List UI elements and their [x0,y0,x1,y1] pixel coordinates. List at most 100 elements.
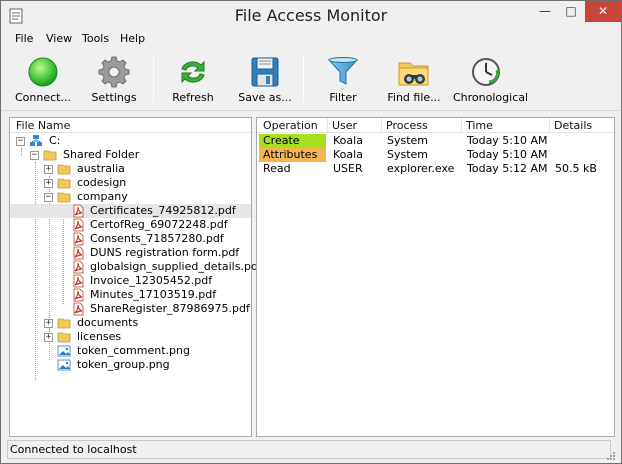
file-name-column-header[interactable]: File Name [16,119,70,132]
process-cell: System [387,134,429,147]
tree-node-label: token_group.png [77,358,170,371]
resize-grip-icon[interactable] [605,450,615,460]
floppy-disk-icon [251,57,279,87]
operation-badge: Attributes [259,148,326,162]
title-bar[interactable]: File Access Monitor — □ ✕ [1,1,621,31]
user-cell: Koala [333,148,363,161]
pdf-icon [73,274,84,288]
filter-button[interactable]: Filter [317,53,369,109]
collapse-icon[interactable]: − [16,137,25,146]
tree-node-file[interactable]: Invoice_12305452.pdf [10,274,251,288]
folder-icon [43,150,57,161]
tree-node-label: licenses [77,330,122,343]
clock-icon [472,58,500,86]
file-tree-pane[interactable]: File Name − C: − Shared Folder + austral… [9,117,262,437]
tree-node-label: ShareRegister_87986975.pdf [90,302,250,315]
tree-node-folder[interactable]: + documents [10,316,251,330]
window-title: File Access Monitor [234,6,388,25]
operation-badge: Create [259,134,326,148]
save-as-label: Save as... [238,91,292,104]
status-text: Connected to localhost [10,443,137,456]
tree-node-label: australia [77,162,125,175]
tree-node-folder[interactable]: + codesign [10,176,251,190]
operation-column-header[interactable]: Operation [263,119,318,132]
tree-node-drive[interactable]: − C: [10,134,251,148]
access-log-pane[interactable]: Operation User Process Time Details Crea… [256,117,615,437]
tree-node-file[interactable]: DUNS registration form.pdf [10,246,251,260]
log-row[interactable]: Attributes Koala System Today 5:10 AM [257,148,614,162]
user-cell: USER [333,162,363,175]
tree-node-file[interactable]: token_group.png [10,358,251,372]
tree-node-folder[interactable]: + australia [10,162,251,176]
time-column-header[interactable]: Time [466,119,493,132]
tree-node-file[interactable]: ShareRegister_87986975.pdf [10,302,251,316]
tree-node-label: documents [77,316,139,329]
pdf-icon [73,218,84,232]
tree-node-label: CertofReg_69072248.pdf [90,218,228,231]
time-cell: Today 5:10 AM [467,134,548,147]
expand-icon[interactable]: + [44,319,53,328]
tree-node-label: Shared Folder [63,148,140,161]
minimize-button[interactable]: — [532,1,558,22]
tree-node-label: DUNS registration form.pdf [90,246,240,259]
maximize-button[interactable]: □ [558,1,584,22]
toolbar-separator [303,55,304,103]
tree-node-label: C: [49,134,61,147]
menu-view[interactable]: View [44,32,74,45]
tree-node-label: Consents_71857280.pdf [90,232,224,245]
time-cell: Today 5:12 AM [467,162,548,175]
tree-node-label: globalsign_supplied_details.pdf [90,260,262,273]
tree-node-label: Invoice_12305452.pdf [90,274,213,287]
collapse-icon[interactable]: − [30,151,39,160]
toolbar: Connect... Settings Refresh Save as... F… [1,49,621,111]
menu-tools[interactable]: Tools [80,32,111,45]
connect-label: Connect... [15,91,71,104]
gear-icon [98,56,130,88]
pdf-icon [73,204,84,218]
refresh-label: Refresh [172,91,214,104]
tree-header: File Name [10,118,251,133]
tree-node-file[interactable]: CertofReg_69072248.pdf [10,218,251,232]
find-file-button[interactable]: Find file... [385,53,443,109]
tree-node-folder[interactable]: + licenses [10,330,251,344]
connect-button[interactable]: Connect... [11,53,75,109]
user-column-header[interactable]: User [332,119,357,132]
tree-node-label: Minutes_17103519.pdf [90,288,217,301]
pdf-icon [73,246,84,260]
log-row[interactable]: Create Koala System Today 5:10 AM [257,134,614,148]
tree-node-folder[interactable]: − company [10,190,251,204]
tree-node-label: token_comment.png [77,344,190,357]
menu-help[interactable]: Help [118,32,147,45]
tree-node-file[interactable]: Certificates_74925812.pdf [10,204,251,218]
tree-node-shared-folder[interactable]: − Shared Folder [10,148,251,162]
log-header: Operation User Process Time Details [257,118,614,133]
folder-binoculars-icon [398,62,429,86]
process-column-header[interactable]: Process [386,119,428,132]
chronological-button[interactable]: Chronological [453,53,528,109]
details-column-header[interactable]: Details [554,119,592,132]
collapse-icon[interactable]: − [44,193,53,202]
image-file-icon [57,345,71,357]
tree-node-label: codesign [77,176,127,189]
pdf-icon [73,288,84,302]
process-cell: explorer.exe [387,162,455,175]
tree-node-file[interactable]: globalsign_supplied_details.pdf [10,260,262,274]
settings-label: Settings [91,91,137,104]
folder-icon [57,318,71,329]
tree-node-file[interactable]: Minutes_17103519.pdf [10,288,251,302]
find-file-label: Find file... [387,91,441,104]
menu-file[interactable]: File [13,32,35,45]
expand-icon[interactable]: + [44,165,53,174]
tree-node-file[interactable]: token_comment.png [10,344,251,358]
refresh-button[interactable]: Refresh [163,53,223,109]
save-as-button[interactable]: Save as... [235,53,295,109]
filter-label: Filter [329,91,357,104]
close-button[interactable]: ✕ [585,1,621,22]
expand-icon[interactable]: + [44,333,53,342]
log-row[interactable]: Read USER explorer.exe Today 5:12 AM 50.… [257,162,614,176]
settings-button[interactable]: Settings [85,53,143,109]
expand-icon[interactable]: + [44,179,53,188]
tree-node-label: Certificates_74925812.pdf [90,204,236,217]
tree-node-file[interactable]: Consents_71857280.pdf [10,232,251,246]
app-window: File Access Monitor — □ ✕ File View Tool… [0,0,622,464]
